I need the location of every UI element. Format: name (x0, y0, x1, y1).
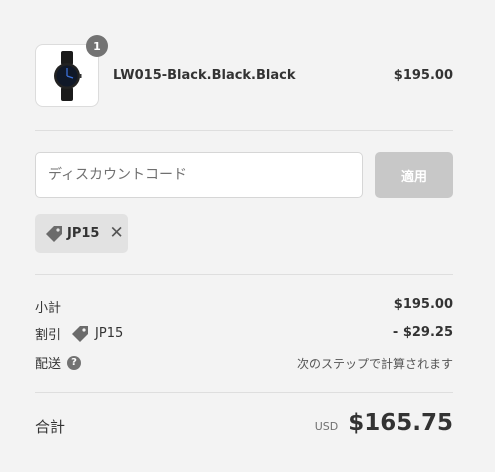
tag-icon (46, 225, 62, 242)
total-price: USD $165.75 (315, 410, 453, 436)
discount-row-label: 割引 JP15 (35, 324, 123, 343)
tag-icon (72, 325, 89, 342)
watch-icon (54, 50, 82, 101)
subtotal-value: $195.00 (393, 297, 453, 312)
discount-code-text: JP15 (95, 326, 124, 341)
product-name: LW015-Black.Black.Black (113, 68, 296, 83)
currency-code: USD (314, 420, 339, 433)
remove-discount-icon[interactable]: ✕ (109, 225, 123, 242)
shipping-row-label: 配送 ? (35, 353, 82, 372)
discount-code-input[interactable] (35, 152, 363, 198)
order-summary: 1 LW015-Black.Black.Black $195.00 適用 JP1… (0, 0, 495, 472)
discount-label-text: 割引 (35, 328, 62, 343)
applied-code-label: JP15 (67, 226, 100, 241)
shipping-value: 次のステップで計算されます (296, 357, 453, 371)
divider (35, 392, 453, 393)
subtotal-label-text: 小計 (35, 301, 62, 316)
help-icon[interactable]: ? (67, 355, 82, 370)
quantity-badge: 1 (86, 35, 108, 57)
subtotal-label: 小計 (35, 297, 61, 316)
apply-discount-button[interactable]: 適用 (375, 152, 453, 198)
divider (35, 130, 453, 131)
discount-value: - $29.25 (392, 325, 453, 340)
shipping-label-text: 配送 (35, 357, 62, 372)
divider (35, 274, 453, 275)
total-label: 合計 (35, 418, 66, 436)
total-amount: $165.75 (348, 410, 453, 436)
product-price: $195.00 (393, 68, 453, 83)
applied-discount-chip: JP15 ✕ (35, 214, 128, 253)
